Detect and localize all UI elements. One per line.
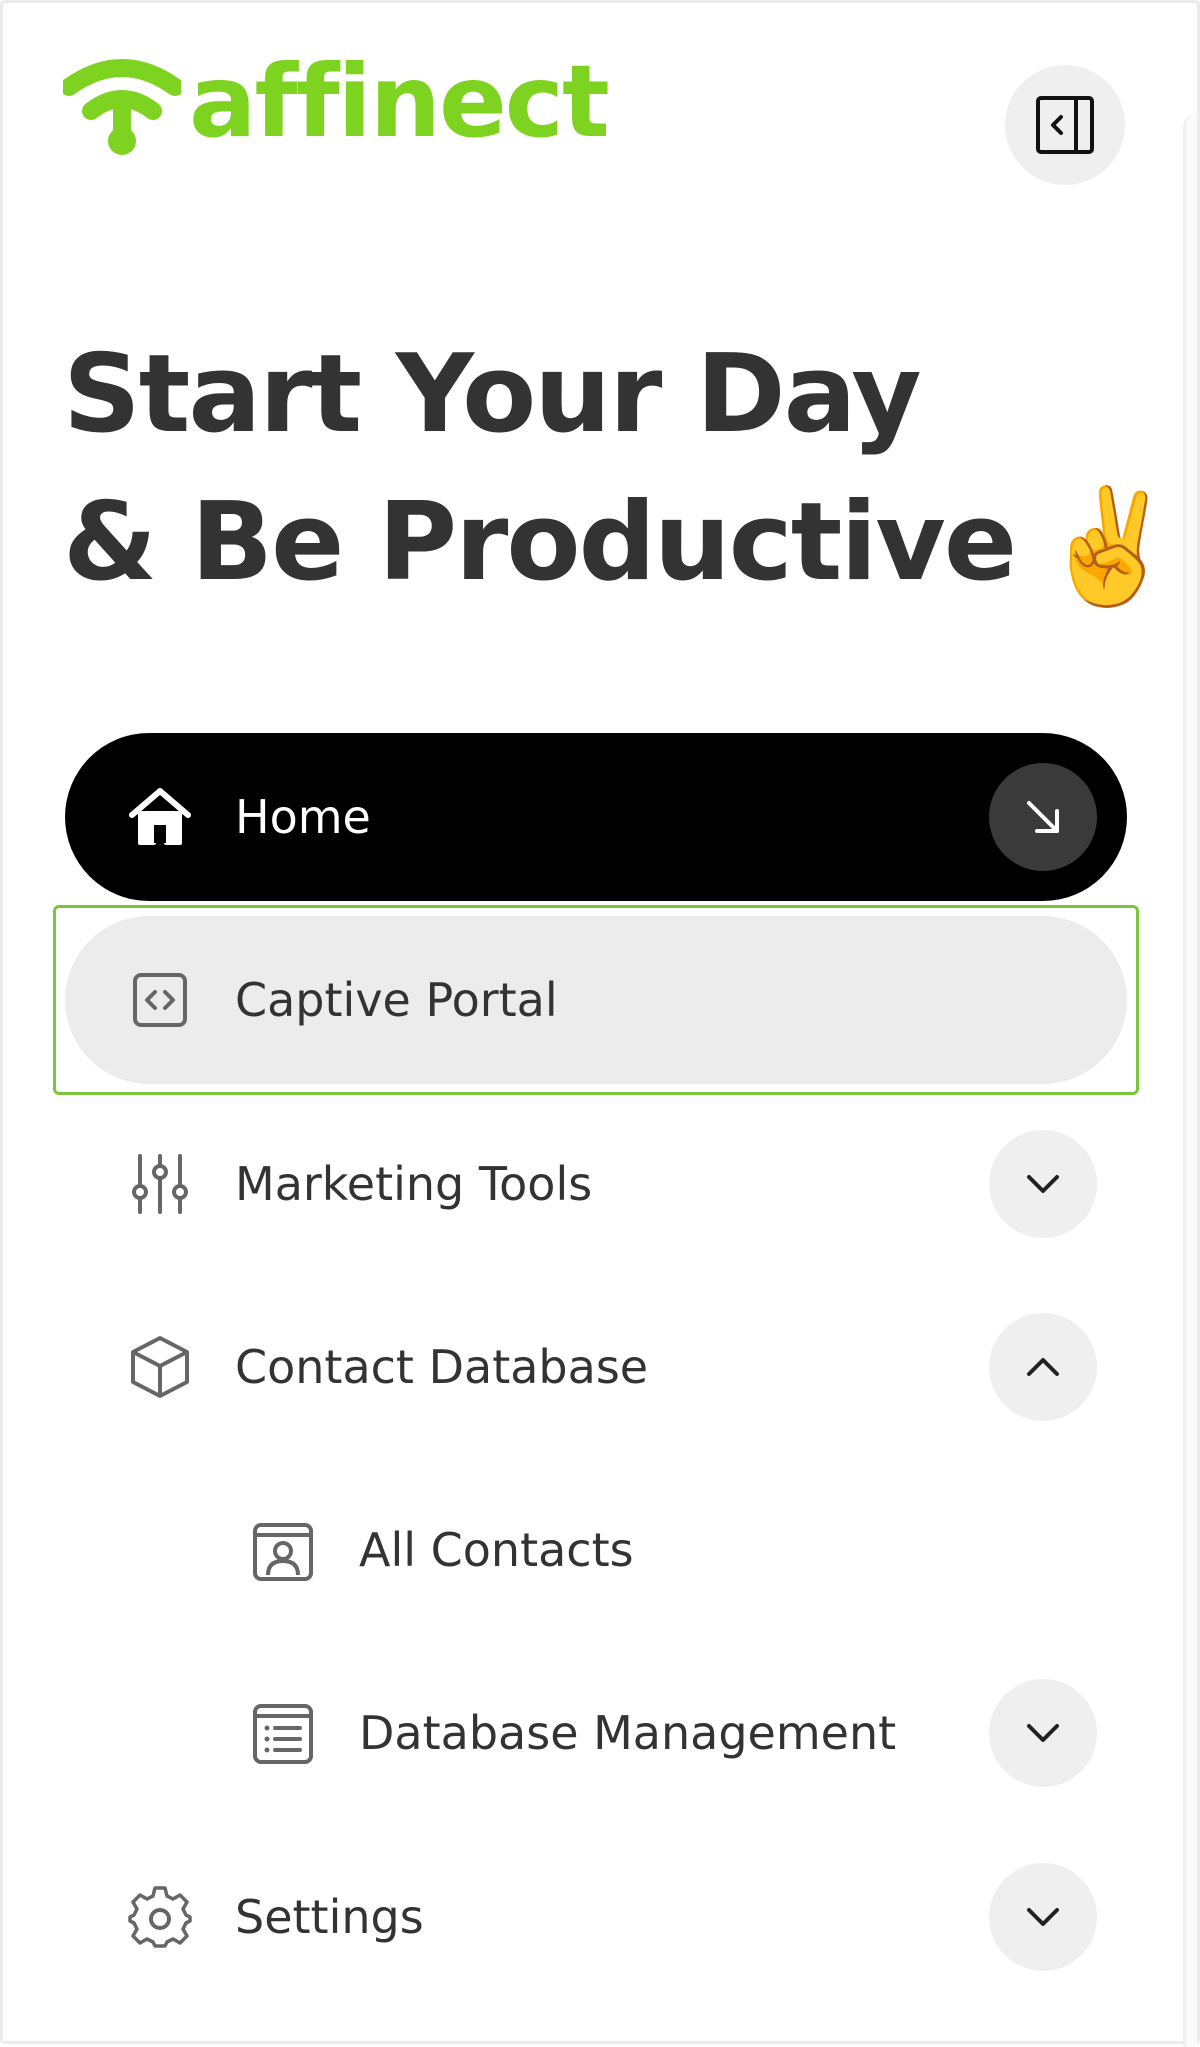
marketing-tools-expand-button[interactable] (989, 1130, 1097, 1238)
code-icon (125, 965, 195, 1035)
nav-label-settings: Settings (235, 1890, 424, 1944)
sidebar-panel: affinect Start Your Day & Be Productive ✌… (0, 0, 1200, 2047)
nav-label-marketing-tools: Marketing Tools (235, 1157, 593, 1211)
greeting-line-1: Start Your Day (63, 332, 922, 457)
nav-item-database-management[interactable]: Database Management (189, 1649, 1127, 1817)
list-icon (247, 1697, 319, 1769)
database-management-expand-button[interactable] (989, 1679, 1097, 1787)
collapse-sidebar-button[interactable] (1005, 65, 1125, 185)
nav-item-settings[interactable]: Settings (65, 1833, 1127, 2001)
greeting-line-2-text: & Be Productive (63, 480, 1017, 605)
gear-icon (125, 1882, 195, 1952)
arrow-down-right-icon (1027, 801, 1059, 833)
nav-item-captive-portal[interactable]: Captive Portal (65, 916, 1127, 1084)
contact-card-icon (247, 1514, 319, 1586)
contact-database-collapse-button[interactable] (989, 1313, 1097, 1421)
sidebar-collapse-icon (1036, 96, 1094, 154)
greeting-line-2: & Be Productive ✌️ (63, 469, 1179, 621)
nav-label-home: Home (235, 790, 371, 844)
chevron-down-icon (1027, 1724, 1059, 1742)
home-icon (125, 782, 195, 852)
chevron-down-icon (1027, 1908, 1059, 1926)
nav-label-captive-portal: Captive Portal (235, 973, 558, 1027)
nav-item-marketing-tools[interactable]: Marketing Tools (65, 1100, 1127, 1268)
nav-label-all-contacts: All Contacts (359, 1523, 634, 1577)
home-go-button[interactable] (989, 763, 1097, 871)
nav-label-contact-database: Contact Database (235, 1340, 649, 1394)
victory-hand-emoji: ✌️ (1039, 482, 1178, 612)
nav-item-contact-database[interactable]: Contact Database (65, 1283, 1127, 1451)
chevron-up-icon (1027, 1358, 1059, 1376)
brand-logo[interactable]: affinect (63, 43, 610, 160)
settings-expand-button[interactable] (989, 1863, 1097, 1971)
sliders-icon (125, 1149, 195, 1219)
nav-item-all-contacts[interactable]: All Contacts (189, 1466, 1127, 1634)
cube-icon (125, 1332, 195, 1402)
greeting-heading: Start Your Day & Be Productive ✌️ (63, 321, 1179, 621)
brand-name: affinect (189, 43, 610, 160)
nav-label-database-management: Database Management (359, 1706, 897, 1760)
chevron-down-icon (1027, 1175, 1059, 1193)
wifi-logo-icon (63, 59, 181, 155)
main-content-edge (1183, 113, 1197, 2047)
nav-item-home[interactable]: Home (65, 733, 1127, 901)
